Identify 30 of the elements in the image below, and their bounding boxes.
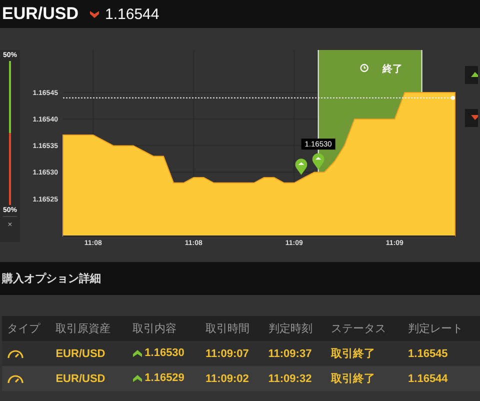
column-header: 判定時刻 <box>263 316 326 341</box>
table-cell: 取引終了 <box>326 366 404 391</box>
column-header: 判定レート <box>403 316 480 341</box>
entry-rate: 1.16529 <box>144 372 184 384</box>
column-header: 取引時間 <box>200 316 264 341</box>
close-button[interactable]: × <box>3 216 17 229</box>
table-cell: EUR/USD <box>50 341 128 366</box>
table-cell: 11:09:37 <box>263 341 326 366</box>
table-cell: 11:09:02 <box>200 366 264 391</box>
current-rate: 1.16544 <box>105 6 160 22</box>
section-title: 購入オプション詳細 <box>0 262 480 295</box>
column-header: 取引内容 <box>128 316 200 341</box>
table-cell: 1.16545 <box>403 341 480 366</box>
column-header: タイプ <box>2 316 51 341</box>
table-cell: EUR/USD <box>50 366 128 391</box>
table-cell: 1.16544 <box>403 366 480 391</box>
entry-pin-icon <box>295 158 308 175</box>
table-cell: 11:09:07 <box>200 341 264 366</box>
clock-icon <box>360 64 368 72</box>
symbol-label: EUR/USD <box>2 4 80 24</box>
column-header: ステータス <box>326 316 404 341</box>
gauge-icon <box>7 373 24 384</box>
column-header: 取引原資産 <box>50 316 128 341</box>
entry-rate: 1.16530 <box>144 347 184 360</box>
expiry-label: 終了 <box>382 64 402 75</box>
table-cell: 11:09:32 <box>263 366 326 391</box>
table-cell: 取引終了 <box>326 341 404 366</box>
entry-pin-icon <box>312 153 324 170</box>
gauge-icon <box>7 348 24 359</box>
current-rate-dot <box>451 96 455 100</box>
